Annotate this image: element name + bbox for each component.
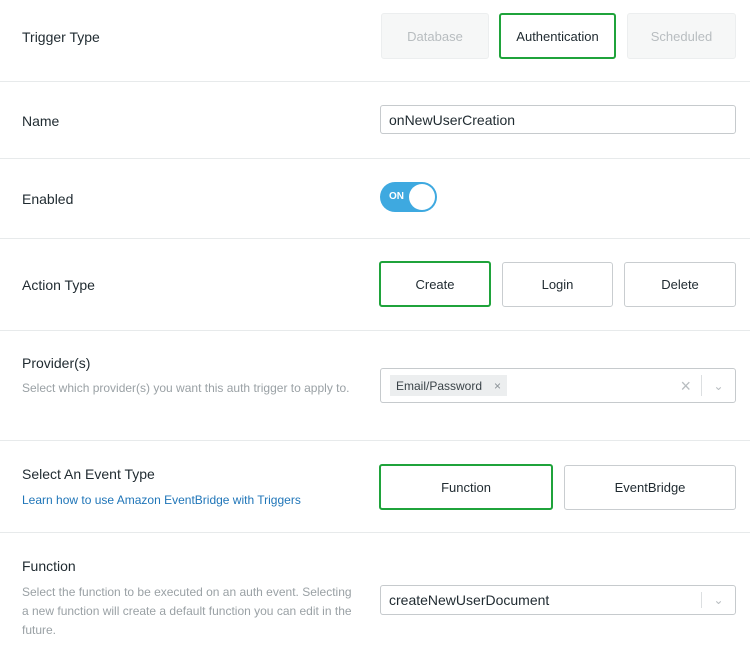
function-select[interactable]: createNewUserDocument ⌄ <box>380 585 736 615</box>
chip-remove-icon[interactable]: × <box>494 379 501 393</box>
eventbridge-help-link[interactable]: Learn how to use Amazon EventBridge with… <box>22 493 301 507</box>
action-delete-button[interactable]: Delete <box>624 262 736 307</box>
clear-icon[interactable]: × <box>680 376 691 397</box>
provider-chip: Email/Password × <box>390 375 508 396</box>
action-login-button[interactable]: Login <box>502 262 613 307</box>
enabled-toggle[interactable]: ON <box>380 182 437 212</box>
enabled-label: Enabled <box>22 191 74 207</box>
trigger-scheduled-button[interactable]: Scheduled <box>627 13 736 59</box>
providers-description: Select which provider(s) you want this a… <box>22 381 350 395</box>
action-type-row: Action Type Create Login Delete <box>0 239 750 331</box>
trigger-authentication-button[interactable]: Authentication <box>499 13 616 59</box>
event-function-button[interactable]: Function <box>379 464 553 510</box>
toggle-state: ON <box>389 191 404 202</box>
trigger-type-label: Trigger Type <box>22 29 100 45</box>
providers-label: Provider(s) <box>22 355 91 371</box>
toggle-knob <box>409 184 435 210</box>
event-type-row: Select An Event Type Learn how to use Am… <box>0 441 750 533</box>
action-create-button[interactable]: Create <box>379 261 491 307</box>
function-row: Function Select the function to be execu… <box>0 533 750 648</box>
event-type-label: Select An Event Type <box>22 466 155 482</box>
provider-chip-label: Email/Password <box>396 378 483 393</box>
trigger-database-button[interactable]: Database <box>381 13 489 59</box>
name-input[interactable]: onNewUserCreation <box>380 105 736 134</box>
function-label: Function <box>22 558 76 574</box>
function-description: Select the function to be executed on an… <box>22 585 352 637</box>
name-row: Name onNewUserCreation <box>0 82 750 159</box>
event-eventbridge-button[interactable]: EventBridge <box>564 465 736 510</box>
providers-select[interactable]: Email/Password × × ⌄ <box>380 368 736 403</box>
name-label: Name <box>22 113 60 129</box>
chevron-down-icon[interactable]: ⌄ <box>701 592 735 608</box>
action-type-label: Action Type <box>22 277 95 293</box>
name-value: onNewUserCreation <box>389 111 516 128</box>
chevron-down-icon[interactable]: ⌄ <box>701 375 735 396</box>
providers-row: Provider(s) Select which provider(s) you… <box>0 331 750 441</box>
function-value: createNewUserDocument <box>389 592 550 608</box>
enabled-row: Enabled ON <box>0 159 750 239</box>
trigger-type-row: Trigger Type Database Authentication Sch… <box>0 0 750 82</box>
